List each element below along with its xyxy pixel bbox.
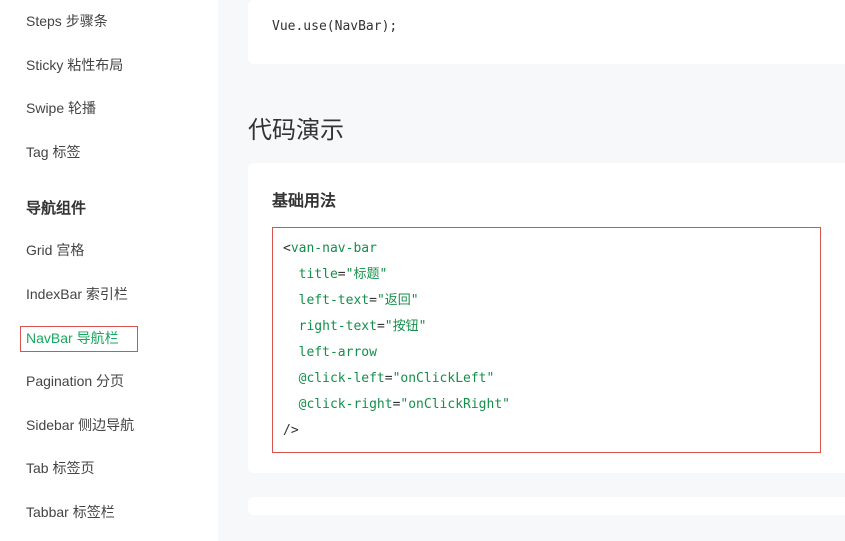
sidebar-item-sidebar[interactable]: Sidebar 侧边导航 — [26, 404, 218, 448]
card-demo-basic: 基础用法 <van-nav-bar title="标题" left-text="… — [248, 163, 845, 473]
sidebar-item-tabbar[interactable]: Tabbar 标签栏 — [26, 491, 218, 535]
sidebar-item-tab[interactable]: Tab 标签页 — [26, 447, 218, 491]
sidebar-item-indexbar[interactable]: IndexBar 索引栏 — [26, 273, 218, 317]
sidebar: Steps 步骤条 Sticky 粘性布局 Swipe 轮播 Tag 标签 导航… — [0, 0, 218, 541]
sidebar-item-tag[interactable]: Tag 标签 — [26, 131, 218, 175]
install-code: Vue.use(NavBar); — [272, 14, 821, 40]
sub-title-basic: 基础用法 — [272, 183, 821, 211]
sidebar-item-grid[interactable]: Grid 宫格 — [26, 229, 218, 273]
card-next-peek — [248, 497, 845, 515]
sidebar-item-navbar[interactable]: NavBar 导航栏 — [26, 317, 218, 361]
sidebar-item-pagination[interactable]: Pagination 分页 — [26, 360, 218, 404]
sidebar-heading-nav: 导航组件 — [26, 174, 218, 229]
sidebar-item-sticky[interactable]: Sticky 粘性布局 — [26, 44, 218, 88]
sidebar-item-steps[interactable]: Steps 步骤条 — [26, 0, 218, 44]
code-block-basic: <van-nav-bar title="标题" left-text="返回" r… — [272, 227, 821, 453]
main-content: Vue.use(NavBar); 代码演示 基础用法 <van-nav-bar … — [218, 0, 845, 541]
section-title: 代码演示 — [248, 88, 845, 163]
card-install: Vue.use(NavBar); — [248, 0, 845, 64]
sidebar-item-swipe[interactable]: Swipe 轮播 — [26, 87, 218, 131]
